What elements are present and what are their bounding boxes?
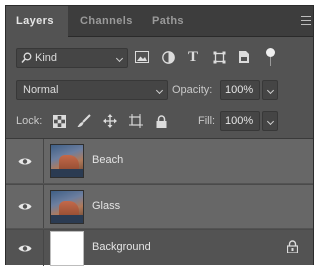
- fill-field[interactable]: 100%: [220, 111, 260, 131]
- layer-thumbnail[interactable]: [50, 190, 84, 224]
- lock-label: Lock:: [16, 115, 43, 127]
- layer-row-glass[interactable]: Glass: [6, 184, 313, 228]
- layers-panel: Layers Channels Paths Kind T Normal Opac…: [5, 5, 314, 266]
- shape-layer-filter-icon[interactable]: [211, 49, 227, 65]
- lock-image-pixels-icon[interactable]: [76, 112, 92, 130]
- layer-thumbnail[interactable]: [50, 231, 84, 266]
- chevron-down-icon: [266, 117, 275, 126]
- search-icon: [21, 52, 32, 67]
- pixel-layer-filter-icon[interactable]: [134, 49, 150, 65]
- lock-position-icon[interactable]: [102, 112, 118, 130]
- fill-label: Fill:: [198, 115, 216, 127]
- tab-paths[interactable]: Paths: [152, 6, 184, 37]
- layer-name[interactable]: Glass: [92, 200, 120, 212]
- hamburger-menu-icon[interactable]: [301, 16, 311, 25]
- visibility-toggle[interactable]: [6, 139, 44, 183]
- blend-row: Normal Opacity: 100%: [6, 78, 313, 102]
- adjustment-layer-filter-icon[interactable]: [160, 49, 176, 65]
- tab-layers[interactable]: Layers: [6, 6, 68, 38]
- eye-icon: [18, 245, 31, 251]
- eye-icon: [18, 203, 31, 210]
- lock-all-icon[interactable]: [153, 112, 169, 130]
- layer-name[interactable]: Beach: [92, 154, 123, 166]
- filter-kind-label: Kind: [35, 52, 58, 64]
- visibility-toggle[interactable]: [6, 185, 44, 228]
- blend-mode-select[interactable]: Normal: [16, 80, 168, 100]
- layer-row-background[interactable]: Background: [6, 229, 313, 266]
- prevent-auto-nesting-icon[interactable]: [128, 112, 144, 130]
- blend-mode-value: Normal: [23, 84, 59, 96]
- panel-tab-bar: Layers Channels Paths: [6, 6, 313, 38]
- layer-row-beach[interactable]: Beach: [6, 139, 313, 183]
- opacity-label: Opacity:: [172, 84, 213, 96]
- smart-object-filter-icon[interactable]: [236, 49, 252, 65]
- layer-lock-icon[interactable]: [286, 240, 299, 256]
- opacity-field[interactable]: 100%: [220, 80, 260, 100]
- chevron-down-icon: [155, 86, 164, 95]
- lock-row: Lock: Fill: 100%: [6, 109, 313, 133]
- layer-name[interactable]: Background: [92, 241, 151, 253]
- layer-thumbnail[interactable]: [50, 144, 84, 178]
- opacity-slider-button[interactable]: [262, 80, 278, 100]
- type-layer-filter-icon[interactable]: T: [185, 49, 201, 65]
- visibility-toggle[interactable]: [6, 230, 44, 266]
- chevron-down-icon: [115, 54, 124, 63]
- filter-toggle-icon[interactable]: [264, 48, 276, 66]
- chevron-down-icon: [266, 86, 275, 95]
- layer-filter-row: Kind T: [6, 45, 313, 71]
- eye-icon: [18, 158, 31, 164]
- lock-transparent-pixels-icon[interactable]: [51, 112, 67, 130]
- tab-channels[interactable]: Channels: [80, 6, 133, 37]
- layers-list: Beach Glass Background: [6, 138, 313, 266]
- filter-kind-select[interactable]: Kind: [16, 48, 128, 68]
- fill-slider-button[interactable]: [262, 111, 278, 131]
